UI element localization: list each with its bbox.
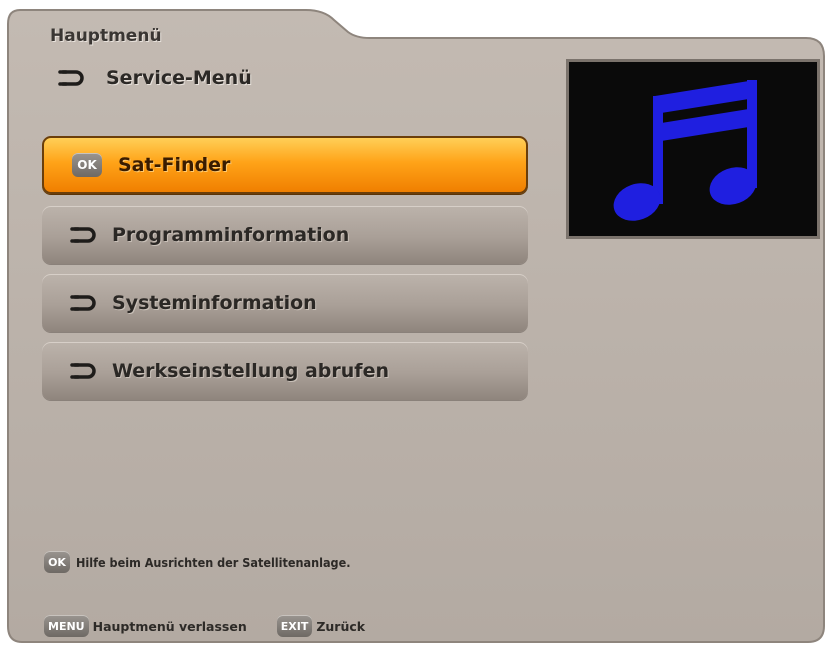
menu-item-label: Sat-Finder — [118, 154, 231, 176]
menu-item-sat-finder[interactable]: OK Sat-Finder — [42, 136, 528, 194]
menu-item-programminformation[interactable]: Programminformation — [42, 206, 528, 264]
footer-key-legend: MENU Hauptmenü verlassen EXIT Zurück — [44, 614, 365, 638]
breadcrumb-service-menu: Service-Menü — [58, 64, 252, 92]
help-hint: OK Hilfe beim Ausrichten der Satellitena… — [44, 550, 351, 574]
menu-item-label: Werkseinstellung abrufen — [112, 360, 389, 382]
menu-item-label: Systeminformation — [112, 292, 317, 314]
page-title: Hauptmenü — [50, 26, 162, 46]
exit-key-icon: EXIT — [276, 615, 313, 637]
return-arrow-icon — [70, 295, 96, 311]
help-hint-text: Hilfe beim Ausrichten der Satellitenanla… — [76, 554, 351, 570]
preview-window — [566, 59, 820, 239]
menu-item-systeminformation[interactable]: Systeminformation — [42, 274, 528, 332]
return-arrow-icon — [70, 363, 96, 379]
return-arrow-icon — [58, 70, 84, 86]
ok-button-icon: OK — [72, 153, 102, 177]
menu-item-werkseinstellung-abrufen[interactable]: Werkseinstellung abrufen — [42, 342, 528, 400]
ok-key-icon: OK — [44, 551, 70, 573]
exit-key-text: Zurück — [316, 618, 366, 634]
menu-item-label: Programminformation — [112, 224, 350, 246]
main-menu-panel: Hauptmenü Service-Menü OK Sat-Finder Pro… — [6, 6, 828, 646]
breadcrumb-label: Service-Menü — [106, 67, 252, 89]
menu-key-icon: MENU — [44, 615, 89, 637]
return-arrow-icon — [70, 227, 96, 243]
menu-key-text: Hauptmenü verlassen — [92, 618, 247, 634]
music-note-icon — [613, 80, 757, 221]
